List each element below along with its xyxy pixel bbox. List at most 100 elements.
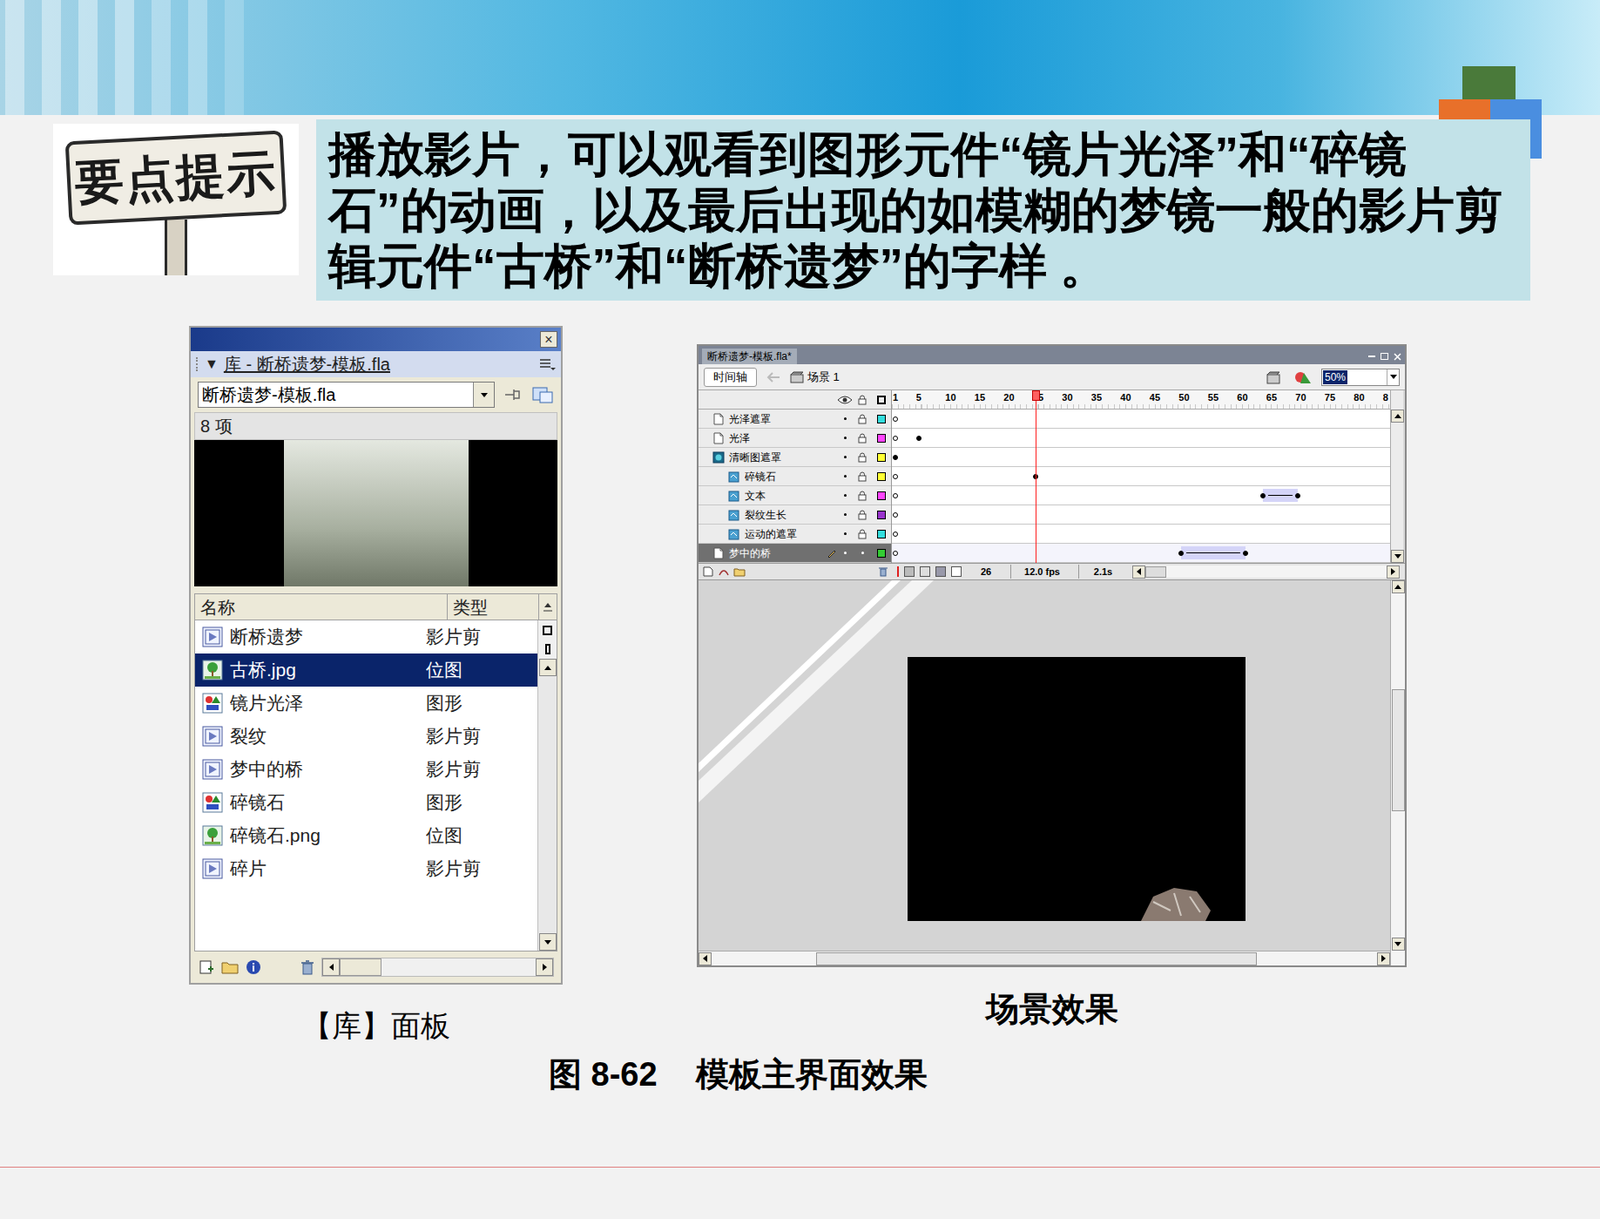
frame-row[interactable] [891, 447, 1391, 467]
frame-row[interactable] [891, 466, 1391, 487]
lock-icon[interactable] [857, 452, 867, 463]
onion-markers-icon[interactable] [951, 566, 962, 577]
layer-color[interactable] [877, 472, 886, 481]
library-item[interactable]: 碎镜石.png位图 [195, 818, 538, 852]
layer-row[interactable]: 文本 [698, 486, 892, 506]
lock-icon[interactable] [857, 528, 867, 540]
visible-dot[interactable] [843, 493, 847, 497]
center-frame-icon[interactable] [897, 566, 899, 577]
layer-color[interactable] [877, 491, 886, 500]
scroll-button[interactable] [1390, 549, 1405, 563]
motion-tween[interactable] [1262, 488, 1298, 502]
close-button[interactable]: × [540, 330, 558, 348]
new-folder-icon[interactable] [220, 958, 240, 976]
library-item[interactable]: 碎镜石图形 [195, 785, 538, 819]
layer-color[interactable] [877, 548, 886, 558]
keyframe[interactable] [892, 454, 898, 460]
keyframe[interactable] [892, 531, 898, 537]
layer-color[interactable] [877, 452, 886, 462]
scroll-button[interactable] [1377, 951, 1391, 966]
motion-tween[interactable] [1181, 546, 1246, 560]
grip-icon[interactable] [195, 357, 200, 372]
playhead[interactable] [1035, 390, 1037, 563]
library-item[interactable]: 断桥遗梦影片剪 [195, 620, 538, 654]
keyframe[interactable] [892, 550, 898, 556]
properties-icon[interactable] [244, 958, 263, 976]
outline-icon[interactable] [877, 395, 886, 405]
layer-color[interactable] [877, 510, 886, 520]
scroll-button[interactable] [539, 932, 557, 951]
layer-row[interactable]: 运动的遮罩 [698, 524, 892, 544]
options-menu-icon[interactable] [538, 357, 556, 372]
collapse-arrow[interactable]: ▼ [204, 353, 219, 375]
layer-row[interactable]: 裂纹生长 [698, 505, 892, 525]
keyframe[interactable] [1242, 550, 1249, 556]
keyframe[interactable] [892, 512, 898, 518]
scroll-button[interactable] [535, 958, 554, 976]
eye-icon[interactable] [837, 394, 853, 406]
keyframe[interactable] [892, 492, 898, 499]
horizontal-scrollbar[interactable] [321, 957, 554, 977]
unlocked-dot[interactable] [861, 551, 865, 554]
stage-vscroll[interactable] [1390, 580, 1405, 966]
visible-dot[interactable] [843, 532, 847, 535]
lock-icon[interactable] [857, 432, 867, 444]
frame-row[interactable] [891, 409, 1391, 429]
insert-folder-icon[interactable] [733, 566, 746, 577]
keyframe[interactable] [1295, 492, 1301, 499]
column-name[interactable]: 名称 [195, 594, 448, 621]
scroll-button[interactable] [539, 658, 557, 676]
zoom-field[interactable]: 50% [1321, 368, 1400, 386]
scroll-button[interactable] [1391, 580, 1405, 594]
lock-icon[interactable] [857, 394, 867, 406]
keyframe[interactable] [916, 435, 922, 441]
frames-hscroll[interactable] [1132, 565, 1400, 578]
visible-dot[interactable] [843, 417, 847, 420]
delete-layer-icon[interactable] [877, 566, 889, 577]
document-tab[interactable]: 断桥遗梦-模板.fla* [702, 348, 797, 365]
keyframe[interactable] [892, 435, 898, 441]
column-type[interactable]: 类型 [447, 594, 540, 621]
stage-hscroll[interactable] [698, 950, 1391, 966]
library-item[interactable]: 碎片影片剪 [195, 851, 538, 885]
new-symbol-icon[interactable] [197, 958, 216, 976]
sort-icon[interactable] [539, 600, 557, 615]
layer-color[interactable] [877, 414, 886, 424]
edit-scene-icon[interactable] [1265, 369, 1285, 385]
stage[interactable] [907, 656, 1246, 921]
frame-row[interactable] [891, 505, 1391, 525]
minimize-icon[interactable] [1368, 355, 1376, 358]
lock-icon[interactable] [857, 490, 867, 501]
library-item[interactable]: 裂纹影片剪 [195, 719, 538, 753]
onion-skin-icon[interactable] [904, 566, 915, 577]
frame-row[interactable] [891, 486, 1391, 506]
edit-symbol-icon[interactable] [1293, 369, 1313, 385]
onion-outline-icon[interactable] [919, 566, 931, 577]
insert-layer-icon[interactable] [702, 566, 715, 577]
scroll-button[interactable] [1391, 937, 1405, 951]
lock-icon[interactable] [857, 509, 867, 520]
visible-dot[interactable] [843, 474, 847, 478]
layer-color[interactable] [877, 529, 886, 539]
timeline-scrollbar[interactable] [1390, 390, 1404, 563]
pin-icon[interactable] [501, 384, 525, 405]
layer-row[interactable]: 梦中的桥 [698, 543, 892, 563]
scroll-button[interactable] [322, 958, 340, 976]
visible-dot[interactable] [843, 513, 847, 516]
delete-icon[interactable] [298, 958, 317, 976]
layer-row[interactable]: 光泽遮罩 [698, 409, 892, 429]
edit-frames-icon[interactable] [935, 566, 946, 577]
keyframe[interactable] [892, 473, 898, 480]
timeline-toggle[interactable]: 时间轴 [703, 367, 757, 387]
layer-color[interactable] [877, 433, 886, 443]
scroll-button[interactable] [698, 951, 712, 966]
vertical-scrollbar[interactable] [537, 620, 557, 951]
layer-row[interactable]: 碎镜石 [698, 466, 892, 487]
frame-row[interactable] [891, 543, 1391, 563]
library-item[interactable]: 古桥.jpg位图 [195, 653, 538, 687]
layer-row[interactable]: 清晰图遮罩 [698, 447, 892, 467]
frame-row[interactable] [891, 524, 1391, 544]
library-item[interactable]: 梦中的桥影片剪 [195, 752, 538, 786]
close-icon[interactable] [1393, 352, 1402, 361]
visible-dot[interactable] [843, 551, 847, 554]
